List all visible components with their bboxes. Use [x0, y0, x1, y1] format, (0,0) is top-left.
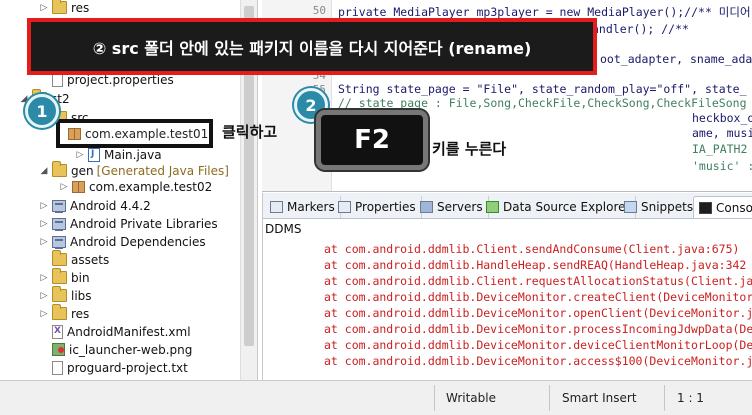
markers-icon: [270, 201, 283, 213]
log-line: at com.android.ddmlib.Client.sendAndCons…: [324, 242, 740, 256]
status-insert-mode: Smart Insert: [562, 391, 637, 405]
expand-arrow-icon[interactable]: ▷: [38, 273, 50, 283]
tree-item-android-dependencies[interactable]: ▷ Android Dependencies: [38, 232, 206, 251]
console-icon: [699, 201, 712, 214]
step-2-caption: 키를 누른다: [432, 140, 507, 158]
tab-servers[interactable]: Servers: [415, 196, 489, 218]
expand-arrow-icon[interactable]: ▷: [58, 182, 70, 192]
code-line: heckbox_on","checkbox_o: [692, 111, 752, 125]
code-line: String state_page = "File", state_random…: [338, 82, 747, 96]
library-icon: [52, 217, 66, 231]
image-file-icon: [52, 343, 65, 356]
tree-item-proguard-project[interactable]: proguard-project.txt: [38, 358, 188, 377]
tree-item-ic-launcher-web[interactable]: ic_launcher-web.png: [38, 340, 192, 359]
tab-properties[interactable]: Properties: [333, 196, 422, 218]
code-comment-line: // state_page : File,Song,CheckFile,Chec…: [338, 96, 747, 110]
bottom-view-panel: Markers Properties Servers Data Source E…: [262, 193, 752, 380]
folder-icon: [52, 268, 67, 284]
log-line: at com.android.ddmlib.HandleHeap.sendREA…: [324, 258, 747, 272]
tree-item-res[interactable]: ▷ res: [38, 304, 89, 323]
tree-item-android-442[interactable]: ▷ Android 4.4.2: [38, 196, 151, 215]
folder-icon: [52, 304, 67, 320]
instruction-banner-text: ② src 폴더 안에 있는 패키지 이름을 다시 지어준다 (rename): [92, 38, 532, 58]
code-comment-line: 'music' : 곡이름' //**mes : 메시지박스: [692, 159, 752, 173]
code-line: ame, music_mp3, music,m: [692, 126, 752, 140]
log-line: at com.android.ddmlib.DeviceMonitor.open…: [324, 306, 752, 320]
tree-item-android-manifest[interactable]: AndroidManifest.xml: [38, 322, 191, 341]
tree-item-res-top[interactable]: ▷ res: [38, 0, 89, 17]
source-folder-icon: [52, 161, 67, 177]
snippets-icon: [624, 201, 637, 213]
code-comment-line: IA_PATH2 : 내장메모리 경로 -: [692, 142, 752, 156]
tree-item-libs[interactable]: ▷ libs: [38, 286, 92, 305]
line-number: 50: [312, 4, 326, 17]
console-header: DDMS: [265, 222, 302, 236]
status-cursor-position: 1 : 1: [677, 391, 704, 405]
expand-arrow-icon[interactable]: ▷: [38, 201, 50, 211]
expand-arrow-icon[interactable]: ▷: [74, 150, 86, 160]
status-writable: Writable: [446, 391, 496, 405]
f2-key-icon: F2: [316, 110, 428, 170]
tab-markers[interactable]: Markers: [265, 196, 341, 218]
instruction-banner: ② src 폴더 안에 있는 패키지 이름을 다시 지어준다 (rename): [27, 18, 597, 75]
expand-arrow-icon[interactable]: ▷: [38, 3, 50, 13]
text-file-icon: [52, 360, 63, 375]
tree-item-android-private-libraries[interactable]: ▷ Android Private Libraries: [38, 214, 218, 233]
expand-arrow-icon[interactable]: ▷: [38, 291, 50, 301]
tree-item-com-example-test02[interactable]: ▷ com.example.test02: [58, 177, 213, 196]
log-line: at com.android.ddmlib.DeviceMonitor.acce…: [324, 354, 752, 368]
expand-arrow-icon[interactable]: ▷: [38, 237, 50, 247]
step-1-caption: 클릭하고: [222, 123, 278, 141]
package-icon: [72, 180, 85, 193]
library-icon: [52, 199, 66, 213]
folder-icon: [52, 286, 67, 302]
log-line: at com.android.ddmlib.DeviceMonitor.proc…: [324, 322, 752, 336]
log-line: at com.android.ddmlib.DeviceMonitor.devi…: [324, 338, 752, 352]
step-1-badge: 1: [25, 94, 59, 128]
collapse-arrow-icon[interactable]: ◢: [38, 166, 50, 176]
package-icon: [68, 127, 81, 140]
folder-icon: [52, 0, 67, 14]
tab-data-source-explorer[interactable]: Data Source Explorer: [481, 196, 637, 218]
tab-console[interactable]: Conso: [693, 196, 752, 218]
log-line: at com.android.ddmlib.DeviceMonitor.crea…: [324, 290, 752, 304]
code-line: oot_adapter, sname_ada: [600, 52, 752, 66]
xml-file-icon: [52, 324, 63, 339]
tree-item-com-example-test01-highlighted[interactable]: com.example.test01: [56, 119, 213, 148]
folder-icon: [52, 250, 67, 266]
properties-icon: [338, 201, 351, 213]
servers-icon: [420, 201, 433, 213]
library-icon: [52, 235, 66, 249]
tab-snippets[interactable]: Snippets: [619, 196, 700, 218]
expand-arrow-icon[interactable]: ▷: [38, 309, 50, 319]
code-line: andler(); //**: [592, 22, 689, 36]
java-file-icon: [88, 147, 100, 162]
log-line: at com.android.ddmlib.Client.requestAllo…: [324, 274, 752, 288]
status-bar: Writable Smart Insert 1 : 1: [0, 380, 752, 415]
expand-arrow-icon[interactable]: ▷: [38, 219, 50, 229]
data-source-icon: [486, 201, 499, 213]
tree-item-assets[interactable]: assets: [38, 250, 109, 269]
tree-item-bin[interactable]: ▷ bin: [38, 268, 90, 287]
view-tab-bar: Markers Properties Servers Data Source E…: [263, 193, 752, 219]
